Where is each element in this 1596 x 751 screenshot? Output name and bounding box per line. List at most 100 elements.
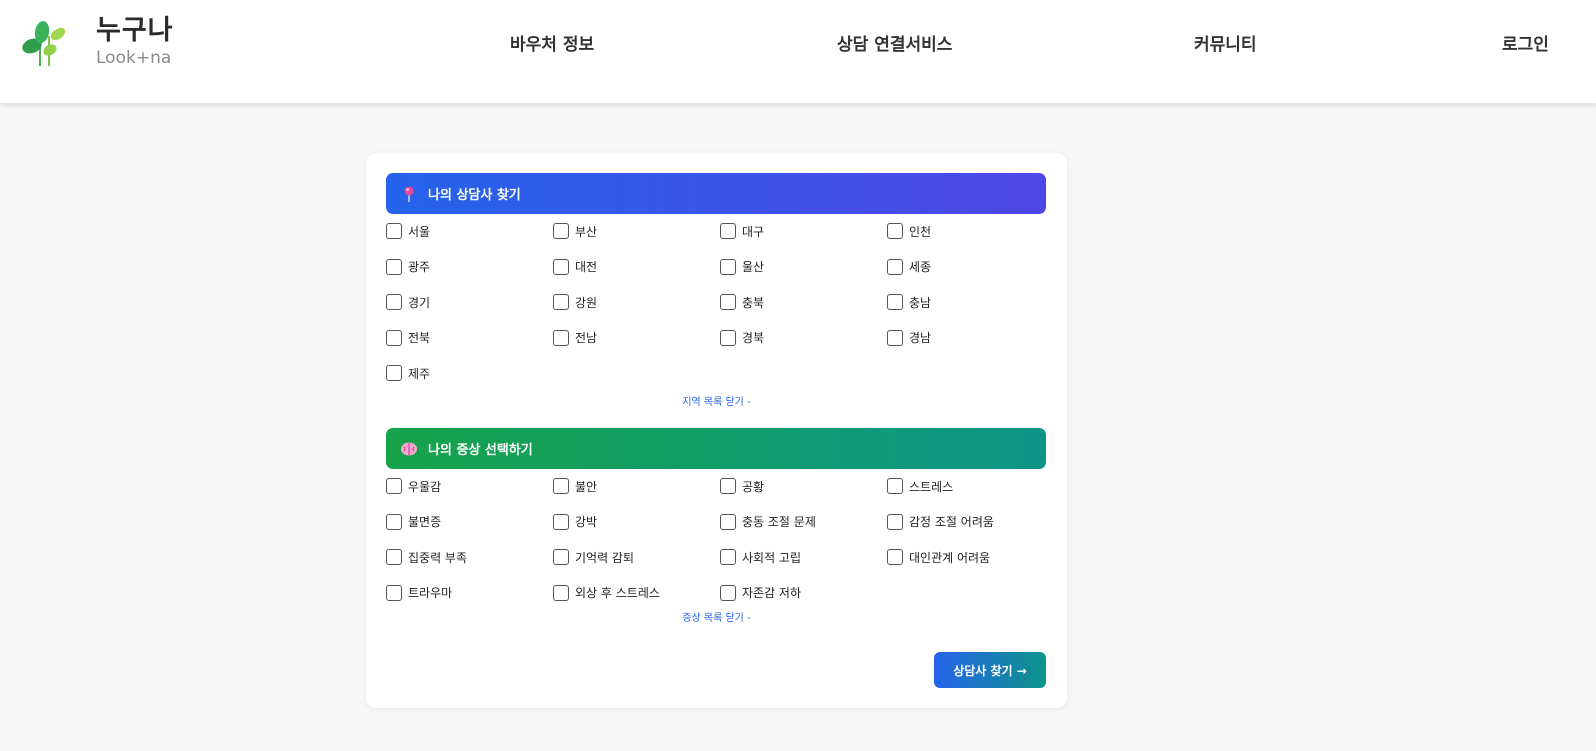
checkbox[interactable] xyxy=(720,329,736,346)
checkbox-label: 서울 xyxy=(408,224,431,239)
checkbox[interactable] xyxy=(553,329,569,346)
symptom-option[interactable]: 불안 xyxy=(553,477,597,495)
nav-counseling-service[interactable]: 상담 연결서비스 xyxy=(837,30,952,55)
logo-title: 누구나 xyxy=(96,15,174,46)
checkbox[interactable] xyxy=(386,584,402,601)
checkbox-label: 부산 xyxy=(575,224,598,239)
symptom-option[interactable]: 사회적 고립 xyxy=(720,548,801,566)
checkbox-label: 트라우마 xyxy=(408,586,453,600)
checkbox-label: 집중력 부족 xyxy=(408,550,468,565)
checkbox[interactable] xyxy=(720,513,736,530)
checkbox[interactable] xyxy=(553,549,569,565)
region-option[interactable]: 부산 xyxy=(553,222,597,240)
checkbox-label: 제주 xyxy=(408,366,431,381)
checkbox-label: 경기 xyxy=(408,295,431,310)
symptom-option[interactable]: 외상 후 스트레스 xyxy=(553,584,660,602)
checkbox-label: 울산 xyxy=(742,260,765,274)
checkbox-label: 우울감 xyxy=(408,479,442,494)
top-header: 누구나 Look+na 바우처 정보 상담 연결서비스 커뮤니티 로그인 xyxy=(0,0,1596,103)
symptom-option[interactable]: 강박 xyxy=(553,513,597,531)
checkbox-label: 충남 xyxy=(909,295,932,310)
checkbox-label: 강박 xyxy=(575,515,598,529)
checkbox-label: 기억력 감퇴 xyxy=(575,550,635,565)
checkbox[interactable] xyxy=(887,258,903,275)
symptom-option[interactable]: 우울감 xyxy=(386,477,441,495)
region-option[interactable]: 인천 xyxy=(887,222,931,240)
checkbox-label: 불면증 xyxy=(408,515,442,529)
checkbox[interactable] xyxy=(720,478,736,494)
logo[interactable]: 누구나 Look+na xyxy=(20,14,174,70)
checkbox-label: 인천 xyxy=(909,224,932,239)
checkbox-label: 경남 xyxy=(909,331,932,345)
checkbox[interactable] xyxy=(553,258,569,275)
symptom-option[interactable]: 불면증 xyxy=(386,513,441,531)
region-option[interactable]: 경기 xyxy=(386,293,430,311)
symptom-option[interactable]: 스트레스 xyxy=(887,477,953,495)
region-option[interactable]: 경남 xyxy=(887,329,931,347)
checkbox[interactable] xyxy=(553,223,569,239)
checkbox[interactable] xyxy=(553,478,569,494)
symptom-option[interactable]: 공황 xyxy=(720,477,764,495)
checkbox-label: 경북 xyxy=(742,331,765,345)
region-option[interactable]: 광주 xyxy=(386,258,430,276)
nav-community[interactable]: 커뮤니티 xyxy=(1194,30,1257,55)
checkbox[interactable] xyxy=(386,478,402,494)
checkbox-label: 세종 xyxy=(909,260,932,274)
checkbox[interactable] xyxy=(553,584,569,601)
checkbox[interactable] xyxy=(720,294,736,310)
checkbox[interactable] xyxy=(720,258,736,275)
checkbox[interactable] xyxy=(386,223,402,239)
checkbox[interactable] xyxy=(386,513,402,530)
checkbox[interactable] xyxy=(553,513,569,530)
pin-icon xyxy=(404,186,414,202)
checkbox-label: 자존감 저하 xyxy=(742,586,802,600)
region-section-title: 나의 상담사 찾기 xyxy=(428,188,521,203)
symptom-toggle-link[interactable]: 증상 목록 닫기 - xyxy=(366,609,1067,624)
symptom-option[interactable]: 감정 조절 어려움 xyxy=(887,513,994,531)
region-option[interactable]: 강원 xyxy=(553,293,597,311)
checkbox[interactable] xyxy=(887,223,903,239)
nav-voucher-info[interactable]: 바우처 정보 xyxy=(510,30,594,55)
checkbox[interactable] xyxy=(887,294,903,310)
symptom-option[interactable]: 자존감 저하 xyxy=(720,584,801,602)
checkbox[interactable] xyxy=(720,584,736,601)
region-option[interactable]: 충북 xyxy=(720,293,764,311)
checkbox[interactable] xyxy=(386,258,402,275)
symptom-option[interactable]: 집중력 부족 xyxy=(386,548,467,566)
checkbox-label: 감정 조절 어려움 xyxy=(909,515,994,529)
checkbox[interactable] xyxy=(386,365,402,381)
checkbox[interactable] xyxy=(887,513,903,530)
symptom-option[interactable]: 기억력 감퇴 xyxy=(553,548,634,566)
region-option[interactable]: 충남 xyxy=(887,293,931,311)
checkbox[interactable] xyxy=(887,329,903,346)
checkbox[interactable] xyxy=(386,329,402,346)
nav-login[interactable]: 로그인 xyxy=(1502,30,1549,55)
checkbox-label: 충동 조절 문제 xyxy=(742,515,816,529)
checkbox[interactable] xyxy=(720,549,736,565)
find-counselor-button[interactable]: 상담사 찾기 → xyxy=(934,652,1046,688)
region-option[interactable]: 울산 xyxy=(720,258,764,276)
checkbox[interactable] xyxy=(887,549,903,565)
logo-subtitle: Look+na xyxy=(96,48,172,68)
checkbox-label: 사회적 고립 xyxy=(742,550,802,565)
checkbox-label: 광주 xyxy=(408,260,431,274)
region-option[interactable]: 제주 xyxy=(386,364,430,382)
region-option[interactable]: 경북 xyxy=(720,329,764,347)
checkbox[interactable] xyxy=(887,478,903,494)
checkbox[interactable] xyxy=(720,223,736,239)
leaf-logo-icon xyxy=(22,21,66,66)
region-toggle-link[interactable]: 지역 목록 닫기 - xyxy=(366,393,1067,408)
symptom-option[interactable]: 트라우마 xyxy=(386,584,452,602)
region-option[interactable]: 서울 xyxy=(386,222,430,240)
region-option[interactable]: 전남 xyxy=(553,329,597,347)
symptom-option[interactable]: 충동 조절 문제 xyxy=(720,513,816,531)
region-option[interactable]: 전북 xyxy=(386,329,430,347)
checkbox[interactable] xyxy=(386,549,402,565)
region-option[interactable]: 세종 xyxy=(887,258,931,276)
symptom-option[interactable]: 대인관계 어려움 xyxy=(887,548,990,566)
checkbox[interactable] xyxy=(386,294,402,310)
region-option[interactable]: 대구 xyxy=(720,222,764,240)
region-option[interactable]: 대전 xyxy=(553,258,597,276)
checkbox[interactable] xyxy=(553,294,569,310)
checkbox-label: 충북 xyxy=(742,295,765,310)
